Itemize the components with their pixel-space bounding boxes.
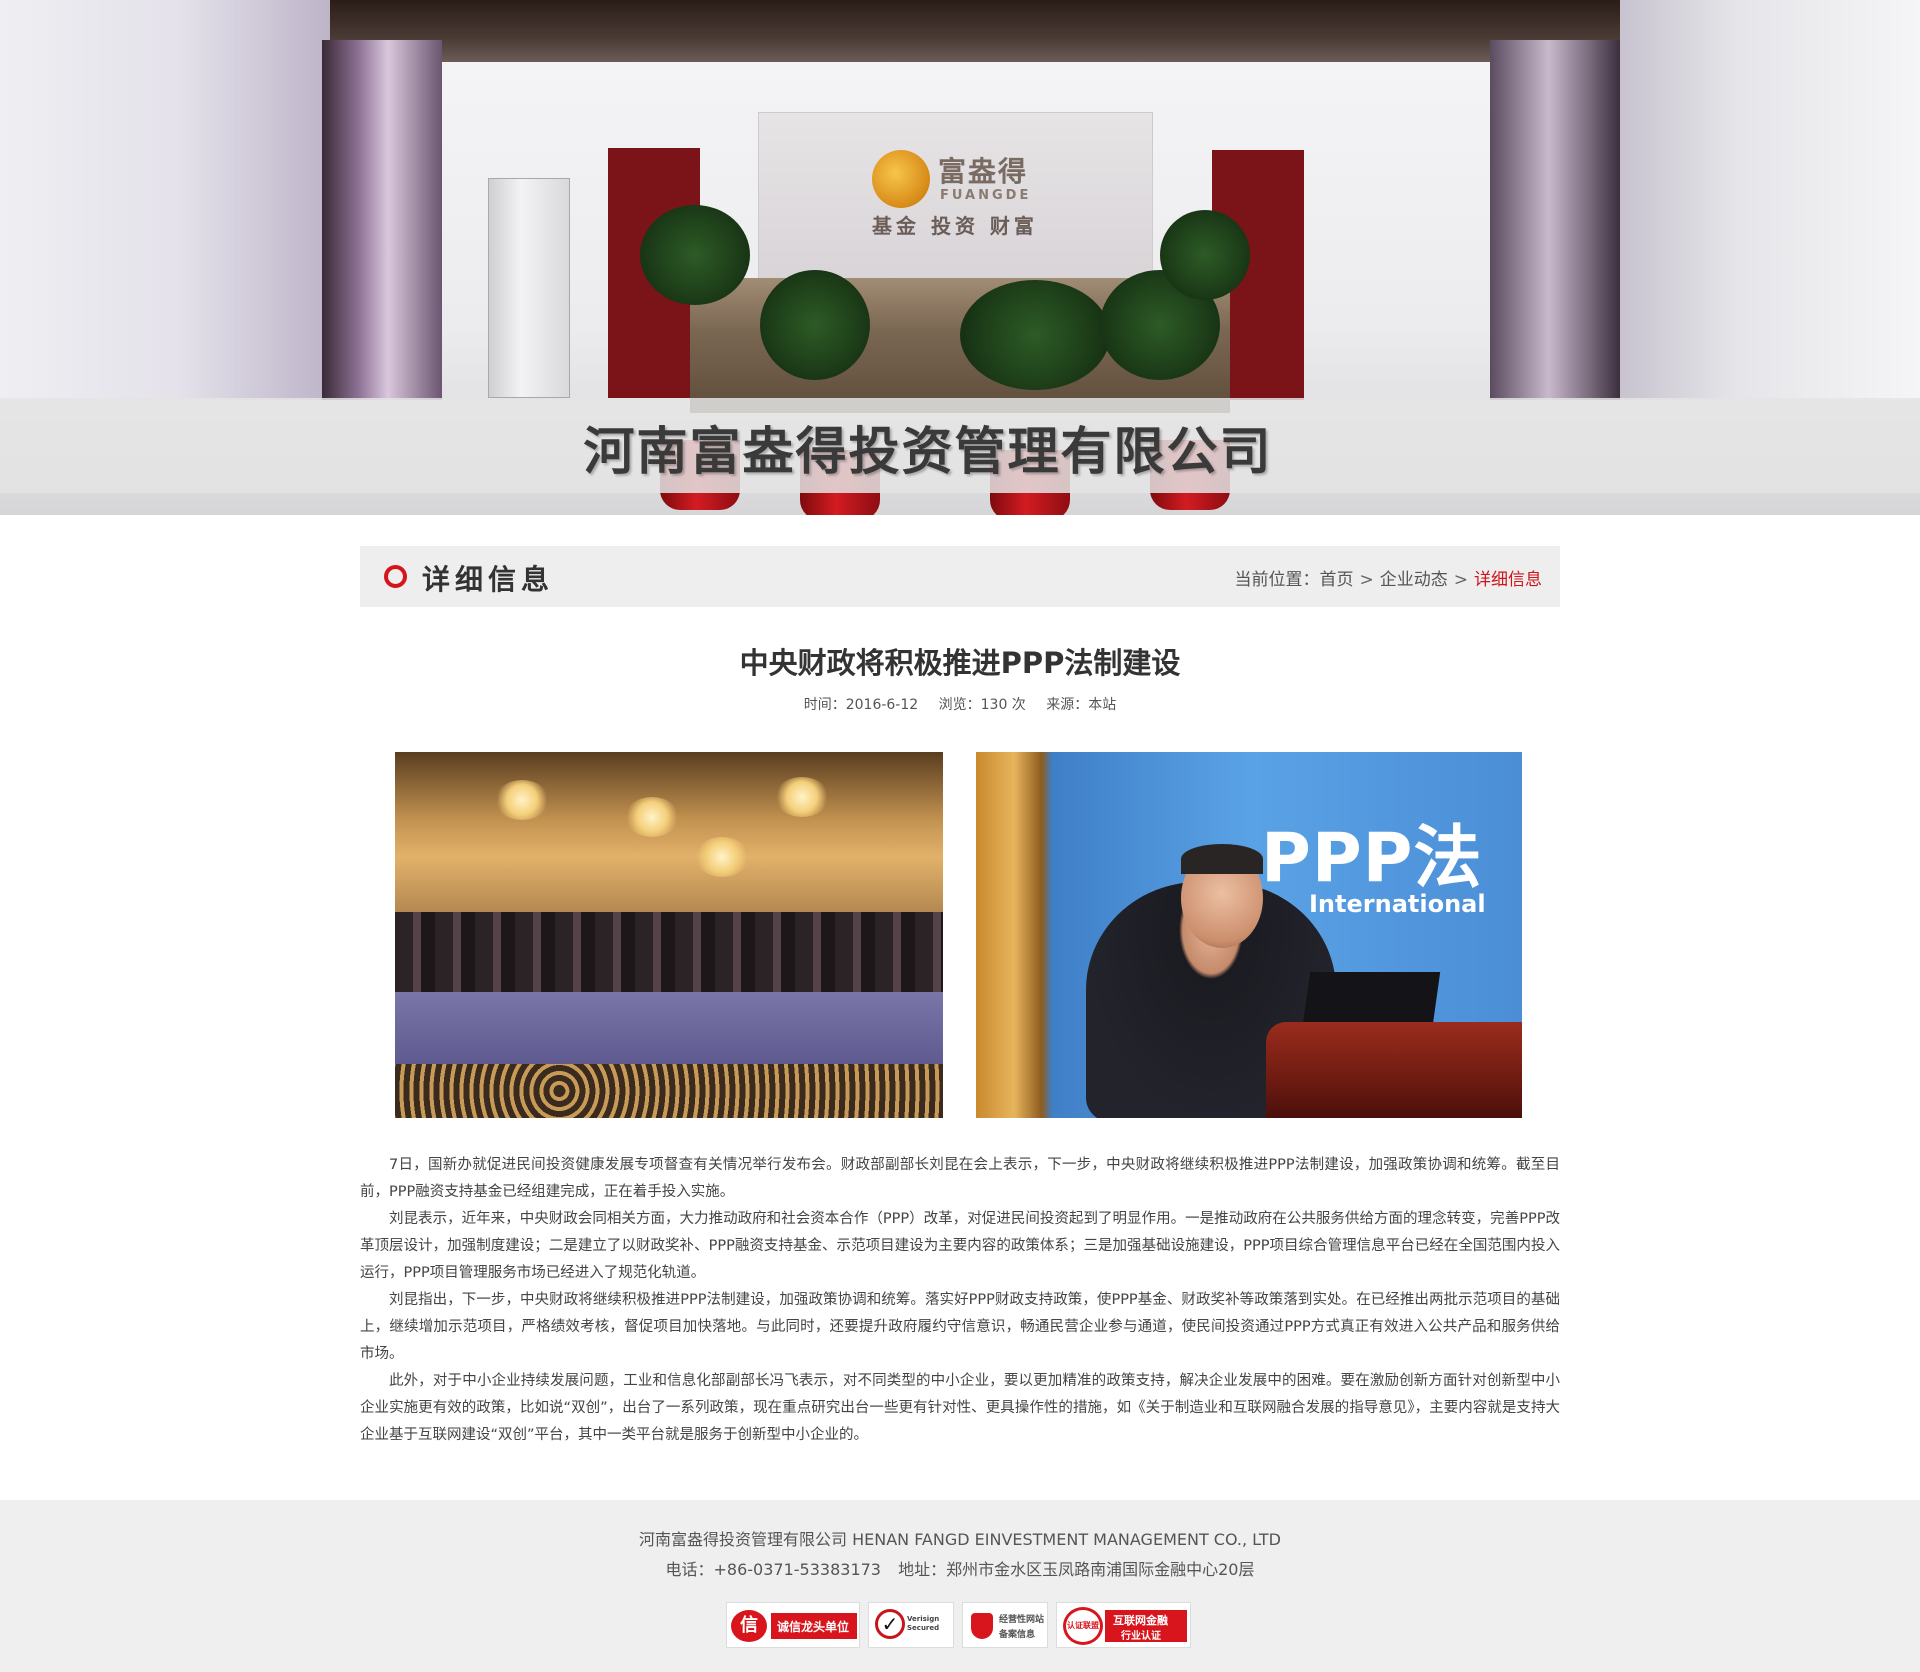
footer: 河南富盎得投资管理有限公司 HENAN FANGD EINVESTMENT MA… (0, 1500, 1920, 1672)
footer-phone: 电话：+86-0371-53383173 (665, 1560, 881, 1579)
hero-logo-en: FUANGDE (940, 188, 1032, 203)
certification-seal-icon: 认证联盟 (1063, 1607, 1103, 1645)
integrity-badge[interactable]: 信 诚信龙头单位 (726, 1602, 860, 1648)
conference-hall-photo (395, 752, 943, 1118)
chandelier-icon (625, 797, 679, 837)
chandelier-icon (495, 780, 549, 820)
plant-icon (760, 270, 870, 380)
integrity-badge-label: 诚信龙头单位 (777, 1620, 850, 1634)
photo-speaker-hair (1181, 844, 1263, 874)
section-header: 详细信息 当前位置：首页 > 企业动态 > 详细信息 (360, 546, 1560, 607)
article-title: 中央财政将积极推进PPP法制建设 (739, 646, 1181, 680)
plant-icon (1160, 210, 1250, 300)
article-views: 浏览：130 次 (938, 697, 1026, 713)
article-paragraph: 7日，国新办就促进民间投资健康发展专项督查有关情况举行发布会。财政部副部长刘昆在… (360, 1157, 1560, 1200)
photo-podium (1266, 1022, 1522, 1118)
article-body: 7日，国新办就促进民间投资健康发展专项督查有关情况举行发布会。财政部副部长刘昆在… (360, 1152, 1560, 1449)
breadcrumb-prefix: 当前位置： (1234, 570, 1320, 590)
breadcrumb-separator: > (1359, 570, 1374, 590)
hero-logo-tagline: 基金 投资 财富 (872, 214, 1038, 238)
hero-company-title: 河南富盎得投资管理有限公司 (583, 423, 1273, 482)
plant-icon (640, 205, 750, 305)
photo-international-text: International (1309, 890, 1486, 918)
integrity-seal-icon: 信 (731, 1610, 767, 1642)
speaker-photo: PPP法 International (976, 752, 1522, 1118)
verisign-badge[interactable]: ✓ Verisign Secured (868, 1602, 954, 1648)
company-logo-icon (872, 150, 930, 208)
hero-banner: 富盎得 FUANGDE 基金 投资 财富 河南富盎得投资管理有限公司 (0, 0, 1920, 515)
finance-label-1: 互联网金融 (1113, 1614, 1168, 1627)
article-paragraph: 此外，对于中小企业持续发展问题，工业和信息化部副部长冯飞表示，对不同类型的中小企… (360, 1373, 1560, 1443)
footer-contact: 电话：+86-0371-53383173 地址：郑州市金水区玉凤路南浦国际金融中… (0, 1556, 1920, 1580)
article-meta: 时间：2016-6-12 浏览：130 次 来源：本站 (360, 694, 1560, 714)
chandelier-icon (775, 777, 829, 817)
footer-address: 地址：郑州市金水区玉凤路南浦国际金融中心20层 (898, 1560, 1255, 1579)
breadcrumb-home-link[interactable]: 首页 (1320, 570, 1354, 590)
photo-carpet (395, 1064, 943, 1118)
verisign-label: Verisign Secured (907, 1615, 940, 1632)
article-paragraph: 刘昆表示，近年来，中央财政会同相关方面，大力推动政府和社会资本合作（PPP）改革… (360, 1211, 1560, 1281)
hero-air-conditioner (488, 178, 570, 398)
plant-icon (960, 280, 1110, 390)
filing-label-1: 经营性网站 (999, 1615, 1045, 1625)
internet-finance-badge[interactable]: 认证联盟 互联网金融 行业认证 (1056, 1602, 1191, 1648)
article-time: 时间：2016-6-12 (803, 697, 919, 713)
breadcrumb-news-link[interactable]: 企业动态 (1380, 570, 1448, 590)
photo-audience (395, 912, 943, 1002)
breadcrumb: 当前位置：首页 > 企业动态 > 详细信息 (1235, 565, 1543, 590)
footer-badges: 信 诚信龙头单位 ✓ Verisign Secured 经营性网站 备案信息 认… (726, 1602, 1191, 1648)
footer-company: 河南富盎得投资管理有限公司 HENAN FANGD EINVESTMENT MA… (639, 1530, 1281, 1549)
breadcrumb-separator: > (1453, 570, 1468, 590)
website-filing-badge[interactable]: 经营性网站 备案信息 (962, 1602, 1048, 1648)
hero-logo-cn: 富盎得 (938, 155, 1029, 188)
checkmark-icon: ✓ (875, 1609, 905, 1639)
photo-tables (395, 992, 943, 1064)
shield-icon (971, 1613, 993, 1639)
filing-label-2: 备案信息 (999, 1630, 1036, 1640)
section-title: 详细信息 (422, 563, 555, 596)
article-source: 来源：本站 (1046, 697, 1117, 713)
photo-ppp-text: PPP法 (1261, 819, 1483, 898)
chandelier-icon (695, 837, 749, 877)
article-paragraph: 刘昆指出，下一步，中央财政将继续积极推进PPP法制建设，加强政策协调和统筹。落实… (360, 1292, 1560, 1362)
breadcrumb-current: 详细信息 (1474, 570, 1542, 590)
finance-label-2: 行业认证 (1121, 1631, 1161, 1642)
ring-icon (384, 565, 407, 588)
